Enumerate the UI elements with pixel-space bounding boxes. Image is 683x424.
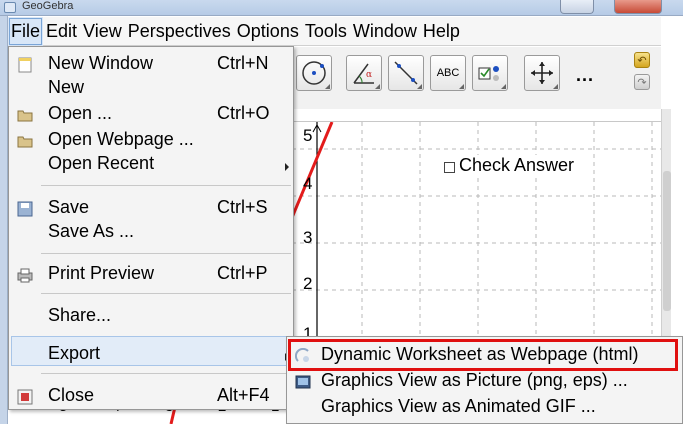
check-answer-label: Check Answer: [459, 155, 575, 175]
menu-item-label: Save As ...: [48, 221, 135, 241]
check-answer-checkbox[interactable]: Check Answer: [444, 155, 575, 176]
close-icon: [17, 389, 33, 405]
menu-item-shortcut: Ctrl+N: [217, 53, 269, 73]
y-tick-label: 2: [303, 274, 313, 293]
menu-edit[interactable]: Edit: [43, 17, 80, 46]
circle-tool-icon: [302, 61, 326, 85]
undo-icon[interactable]: ↶: [634, 52, 650, 68]
menu-item-shortcut: Ctrl+P: [217, 263, 268, 283]
angle-tool-button[interactable]: α: [346, 55, 382, 91]
scrollbar-thumb[interactable]: [663, 171, 671, 311]
redo-icon[interactable]: ↷: [634, 74, 650, 90]
menu-item-shortcut: Alt+F4: [217, 385, 270, 405]
menu-item-label: Close: [48, 385, 95, 405]
checkbox-box[interactable]: [444, 162, 455, 173]
menu-item-label: Share...: [48, 305, 112, 325]
menu-window[interactable]: Window: [350, 17, 420, 46]
menu-item-shortcut: Ctrl+S: [217, 197, 268, 217]
save-icon: [17, 201, 33, 217]
reflect-tool-button[interactable]: [388, 55, 424, 91]
move-view-tool-button[interactable]: [524, 55, 560, 91]
geogebra-app-icon: [4, 2, 16, 13]
menu-item-label: New: [48, 77, 85, 97]
menu-tools[interactable]: Tools: [302, 17, 350, 46]
menu-view[interactable]: View: [80, 17, 125, 46]
y-tick-label: 3: [303, 228, 313, 247]
move-view-tool-icon: [531, 62, 553, 84]
menu-item-label: Open Recent: [48, 153, 155, 173]
submenu-item-label: Graphics View as Picture (png, eps) ...: [321, 370, 628, 390]
red-highlight-box: [288, 339, 678, 371]
reflect-tool-icon: [394, 61, 418, 85]
file-menu: New Window Ctrl+N New Open ... Ctrl+O Op…: [8, 46, 294, 410]
text-tool-icon: ABC: [436, 67, 460, 79]
checkbox-tool-icon: [478, 66, 499, 81]
submenu-item-label: Graphics View as Animated GIF ...: [321, 396, 596, 416]
menu-separator: [41, 253, 291, 254]
more-tools-button[interactable]: ...: [576, 65, 594, 86]
circle-tool-button[interactable]: [296, 55, 332, 91]
menu-item-label: Print Preview: [48, 263, 155, 283]
window-titlebar: GeoGebra: [0, 0, 683, 16]
window-frame-left: [0, 16, 8, 424]
y-tick-label: 4: [303, 174, 313, 193]
svg-text:α: α: [366, 70, 372, 80]
menu-separator: [41, 373, 291, 374]
menu-item-label: Export: [48, 343, 101, 363]
folder-icon: [17, 136, 33, 148]
menu-perspectives[interactable]: Perspectives: [125, 17, 234, 46]
menu-options[interactable]: Options: [234, 17, 302, 46]
menu-separator: [41, 293, 291, 294]
y-tick-label: 5: [303, 126, 313, 145]
menu-file[interactable]: File: [8, 16, 44, 46]
text-tool-button[interactable]: ABC: [430, 55, 466, 91]
menu-item-shortcut: Ctrl+O: [217, 103, 270, 123]
menu-item-label: Open Webpage ...: [48, 129, 194, 149]
menu-item-label: Save: [48, 197, 90, 217]
window-title: GeoGebra: [22, 0, 74, 12]
folder-icon: [17, 110, 33, 122]
print-icon: [17, 268, 33, 283]
menu-help[interactable]: Help: [420, 17, 463, 46]
menu-bar: File Edit View Perspectives Options Tool…: [8, 16, 661, 46]
menu-item-label: New Window: [48, 53, 154, 73]
menu-separator: [41, 185, 291, 186]
angle-tool-icon: α: [353, 63, 374, 84]
close-window-button[interactable]: [614, 0, 662, 14]
picture-icon: [295, 375, 311, 389]
submenu-arrow-icon: [285, 163, 289, 171]
new-window-icon: [18, 57, 32, 73]
menu-item-label: Open ...: [48, 103, 113, 123]
minimize-button[interactable]: [560, 0, 594, 14]
toolbar: α ABC ... ↶ ↷: [292, 47, 661, 109]
checkbox-tool-button[interactable]: [472, 55, 508, 91]
